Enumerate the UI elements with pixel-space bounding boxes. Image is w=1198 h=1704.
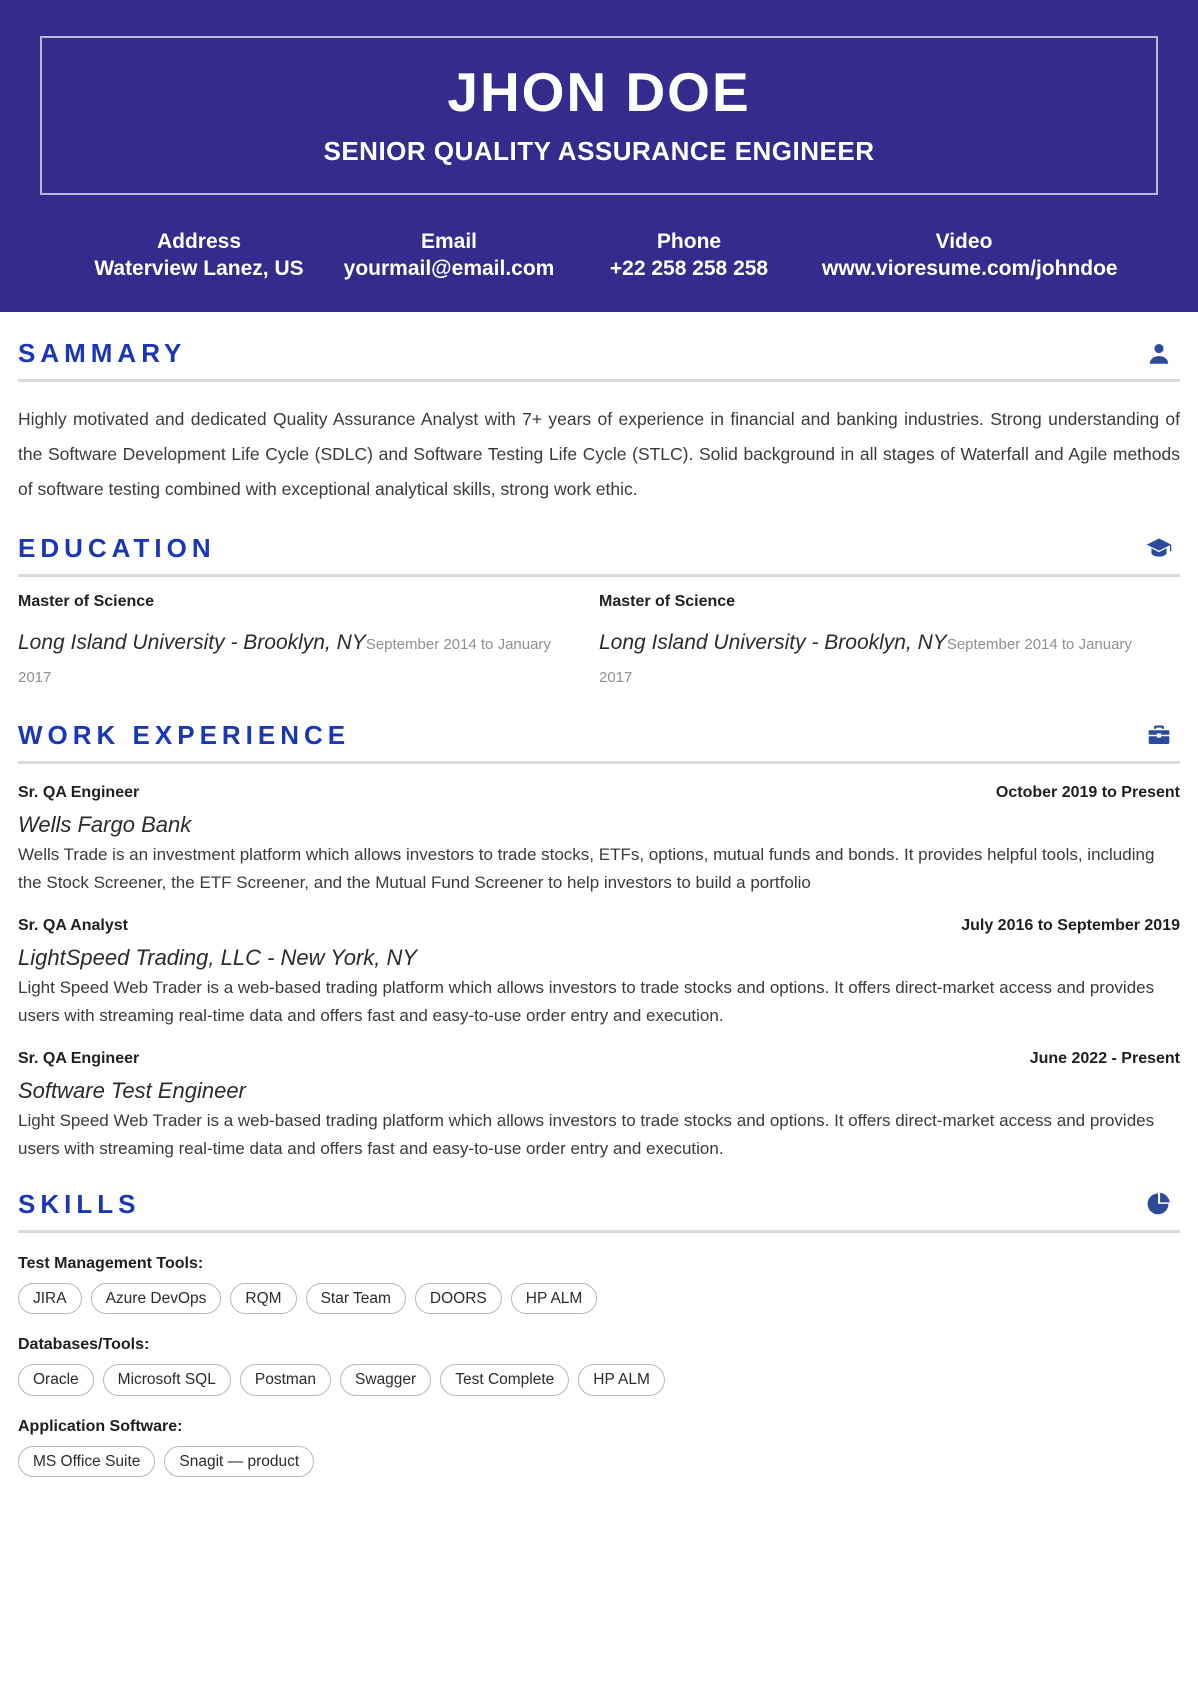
resume-header: JHON DOE SENIOR QUALITY ASSURANCE ENGINE…: [0, 0, 1198, 313]
education-divider: [18, 574, 1180, 578]
summary-title: SAMMARY: [18, 338, 187, 369]
job-company: Wells Fargo Bank: [18, 811, 192, 837]
person-icon: [1144, 339, 1174, 369]
education-header: EDUCATION: [18, 533, 1180, 564]
work-header: WORK EXPERIENCE: [18, 720, 1180, 751]
contact-value-video[interactable]: www.vioresume.com/johndoe: [822, 255, 1118, 282]
resume-body: SAMMARY Highly motivated and dedicated Q…: [0, 312, 1198, 1477]
education-school: Long Island University - Brooklyn, NY: [18, 631, 366, 655]
job-entry: Sr. QA Analyst July 2016 to September 20…: [18, 917, 1180, 1030]
contact-label-phone: Phone: [656, 229, 722, 253]
job-entry: Sr. QA Engineer October 2019 to Present …: [18, 784, 1180, 897]
job-company: Software Test Engineer: [18, 1077, 246, 1103]
skill-pill[interactable]: HP ALM: [510, 1282, 598, 1315]
candidate-job-title: SENIOR QUALITY ASSURANCE ENGINEER: [323, 135, 875, 166]
skill-pill[interactable]: Postman: [239, 1364, 332, 1396]
skill-pill[interactable]: Oracle: [18, 1364, 94, 1396]
skill-group-label: Application Software:: [18, 1417, 183, 1435]
job-header: Sr. QA Engineer June 2022 - Present: [18, 1050, 1180, 1068]
work-title: WORK EXPERIENCE: [18, 719, 351, 750]
job-dates: June 2022 - Present: [1029, 1049, 1180, 1067]
name-title-box: JHON DOE SENIOR QUALITY ASSURANCE ENGINE…: [40, 36, 1158, 195]
job-entry: Sr. QA Engineer June 2022 - Present Soft…: [18, 1050, 1180, 1163]
job-role: Sr. QA Engineer: [18, 783, 140, 801]
skill-pill-row: JIRA Azure DevOps RQM Star Team DOORS HP…: [18, 1282, 1180, 1315]
contact-item-address: Address Waterview Lanez, US: [74, 229, 324, 283]
contact-value-address: Waterview Lanez, US: [94, 257, 304, 280]
skill-group: Databases/Tools: Oracle Microsoft SQL Po…: [18, 1336, 1180, 1396]
job-header: Sr. QA Analyst July 2016 to September 20…: [18, 917, 1180, 935]
skill-pill[interactable]: DOORS: [414, 1282, 502, 1315]
education-title: EDUCATION: [18, 533, 216, 564]
skill-group-label: Databases/Tools:: [18, 1336, 150, 1354]
skill-pill[interactable]: JIRA: [18, 1282, 82, 1315]
skill-pill[interactable]: Test Complete: [440, 1364, 570, 1396]
summary-divider: [18, 379, 1180, 383]
education-school: Long Island University - Brooklyn, NY: [599, 631, 947, 655]
job-description: Light Speed Web Trader is a web-based tr…: [18, 977, 1155, 1025]
contact-item-email: Email yourmail@email.com: [324, 229, 574, 283]
job-dates: July 2016 to September 2019: [961, 916, 1180, 934]
section-summary: SAMMARY Highly motivated and dedicated Q…: [18, 312, 1180, 507]
job-role: Sr. QA Analyst: [18, 916, 128, 934]
education-school-line: Long Island University - Brooklyn, NYSep…: [18, 623, 587, 693]
summary-header: SAMMARY: [18, 338, 1180, 369]
pie-chart-icon: [1144, 1189, 1174, 1219]
graduation-cap-icon: [1144, 534, 1174, 564]
skill-pill[interactable]: MS Office Suite: [18, 1445, 156, 1477]
skill-group: Test Management Tools: JIRA Azure DevOps…: [18, 1254, 1180, 1315]
section-education: EDUCATION Master of Science Long Island …: [18, 507, 1180, 693]
contact-row: Address Waterview Lanez, US Email yourma…: [40, 229, 1158, 283]
job-dates: October 2019 to Present: [995, 783, 1180, 801]
job-role: Sr. QA Engineer: [18, 1049, 140, 1067]
contact-value-email[interactable]: yourmail@email.com: [342, 255, 556, 282]
job-header: Sr. QA Engineer October 2019 to Present: [18, 784, 1180, 802]
education-entries: Master of Science Long Island University…: [18, 593, 1180, 693]
education-entry: Master of Science Long Island University…: [599, 593, 1180, 693]
skills-divider: [18, 1229, 1180, 1233]
contact-item-phone: Phone +22 258 258 258: [574, 229, 804, 283]
job-company: LightSpeed Trading, LLC - New York, NY: [18, 944, 418, 970]
skill-group-label: Test Management Tools:: [18, 1254, 204, 1272]
job-description: Wells Trade is an investment platform wh…: [18, 844, 1155, 892]
skill-pill[interactable]: Star Team: [305, 1282, 406, 1315]
skill-pill-row: MS Office Suite Snagit — product: [18, 1445, 1180, 1477]
job-description: Light Speed Web Trader is a web-based tr…: [18, 1110, 1155, 1158]
skill-pill[interactable]: HP ALM: [578, 1364, 665, 1396]
skill-pill[interactable]: Swagger: [340, 1364, 432, 1396]
skill-pill[interactable]: Snagit — product: [164, 1445, 315, 1477]
section-skills: SKILLS Test Management Tools: JIRA Azure…: [18, 1163, 1180, 1477]
contact-item-video: Video www.vioresume.com/johndoe: [804, 229, 1124, 283]
skill-group: Application Software: MS Office Suite Sn…: [18, 1418, 1180, 1477]
education-entry: Master of Science Long Island University…: [18, 593, 599, 693]
contact-label-video: Video: [935, 229, 993, 253]
contact-label-email: Email: [420, 229, 478, 253]
summary-text: Highly motivated and dedicated Quality A…: [18, 409, 1180, 500]
skill-pill[interactable]: Microsoft SQL: [102, 1364, 231, 1396]
skills-title: SKILLS: [18, 1188, 141, 1219]
briefcase-icon: [1144, 720, 1174, 750]
skill-pill[interactable]: RQM: [230, 1282, 297, 1315]
candidate-name: JHON DOE: [447, 61, 751, 123]
skills-header: SKILLS: [18, 1189, 1180, 1220]
section-work-experience: WORK EXPERIENCE Sr. QA Engineer October …: [18, 694, 1180, 1163]
contact-value-phone: +22 258 258 258: [609, 257, 769, 280]
work-divider: [18, 760, 1180, 764]
contact-label-address: Address: [156, 229, 242, 253]
education-degree: Master of Science: [18, 593, 155, 611]
skill-pill[interactable]: Azure DevOps: [90, 1282, 222, 1315]
skill-pill-row: Oracle Microsoft SQL Postman Swagger Tes…: [18, 1364, 1180, 1396]
education-school-line: Long Island University - Brooklyn, NYSep…: [599, 623, 1168, 693]
education-degree: Master of Science: [599, 593, 736, 611]
